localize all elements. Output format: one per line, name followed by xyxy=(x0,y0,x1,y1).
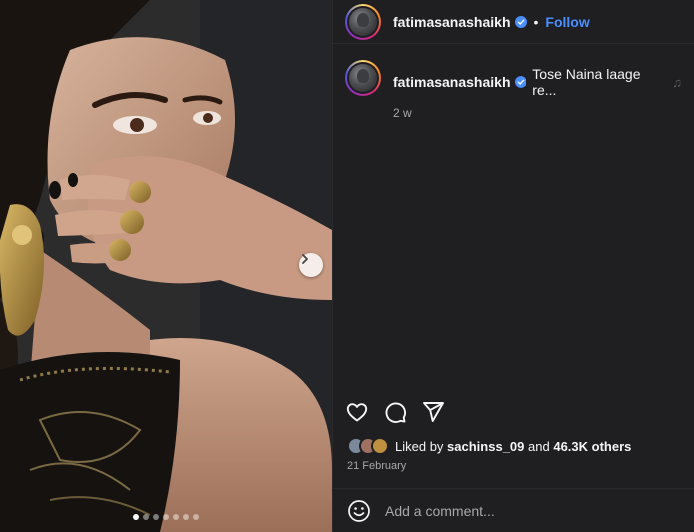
follow-button[interactable]: Follow xyxy=(545,14,589,30)
heart-icon[interactable] xyxy=(345,400,369,424)
likes-middle: and xyxy=(528,438,550,454)
emoji-icon[interactable] xyxy=(347,499,371,523)
post-header: fatimasanashaikh • Follow xyxy=(333,0,694,44)
verified-badge-icon xyxy=(514,15,527,28)
post-timestamp[interactable]: 2 w xyxy=(393,106,682,120)
carousel-dot xyxy=(173,514,179,520)
action-bar xyxy=(345,400,445,424)
avatar xyxy=(349,7,377,36)
avatar xyxy=(371,437,389,455)
carousel-dot xyxy=(193,514,199,520)
comment-bar xyxy=(333,488,694,532)
likes-row: Liked by sachinss_09 and 46.3K others xyxy=(347,437,631,455)
story-ring[interactable] xyxy=(345,3,381,40)
likes-prefix: Liked by xyxy=(395,438,444,454)
carousel-dot xyxy=(163,514,169,520)
avatar xyxy=(349,64,377,92)
post-media[interactable] xyxy=(0,0,332,532)
separator-dot: • xyxy=(533,13,539,30)
music-note-icon: ♫ xyxy=(672,74,682,90)
comment-icon[interactable] xyxy=(383,400,407,424)
share-icon[interactable] xyxy=(421,400,445,424)
post-photo xyxy=(0,0,332,532)
carousel-dot xyxy=(183,514,189,520)
caption-row: fatimasanashaikh Tose Naina laage re... … xyxy=(333,44,694,120)
story-ring[interactable] xyxy=(345,60,381,96)
chevron-right-icon xyxy=(302,254,308,264)
carousel-indicator xyxy=(0,514,332,520)
caption-username[interactable]: fatimasanashaikh xyxy=(393,74,511,90)
carousel-dot xyxy=(133,514,139,520)
caption-text: Tose Naina laage re... xyxy=(532,66,641,98)
author-username[interactable]: fatimasanashaikh xyxy=(393,14,511,30)
likes-count[interactable]: 46.3K others xyxy=(553,439,631,454)
carousel-next-button[interactable] xyxy=(299,253,323,277)
post-side-panel: fatimasanashaikh • Follow fatimasanashai… xyxy=(332,0,694,532)
carousel-dot xyxy=(143,514,149,520)
verified-badge-icon xyxy=(514,76,527,88)
carousel-dot xyxy=(153,514,159,520)
comment-input[interactable] xyxy=(385,502,665,519)
liked-by-user[interactable]: sachinss_09 xyxy=(447,439,524,454)
post-date[interactable]: 21 February xyxy=(347,460,406,472)
post-modal: fatimasanashaikh • Follow fatimasanashai… xyxy=(0,0,694,532)
